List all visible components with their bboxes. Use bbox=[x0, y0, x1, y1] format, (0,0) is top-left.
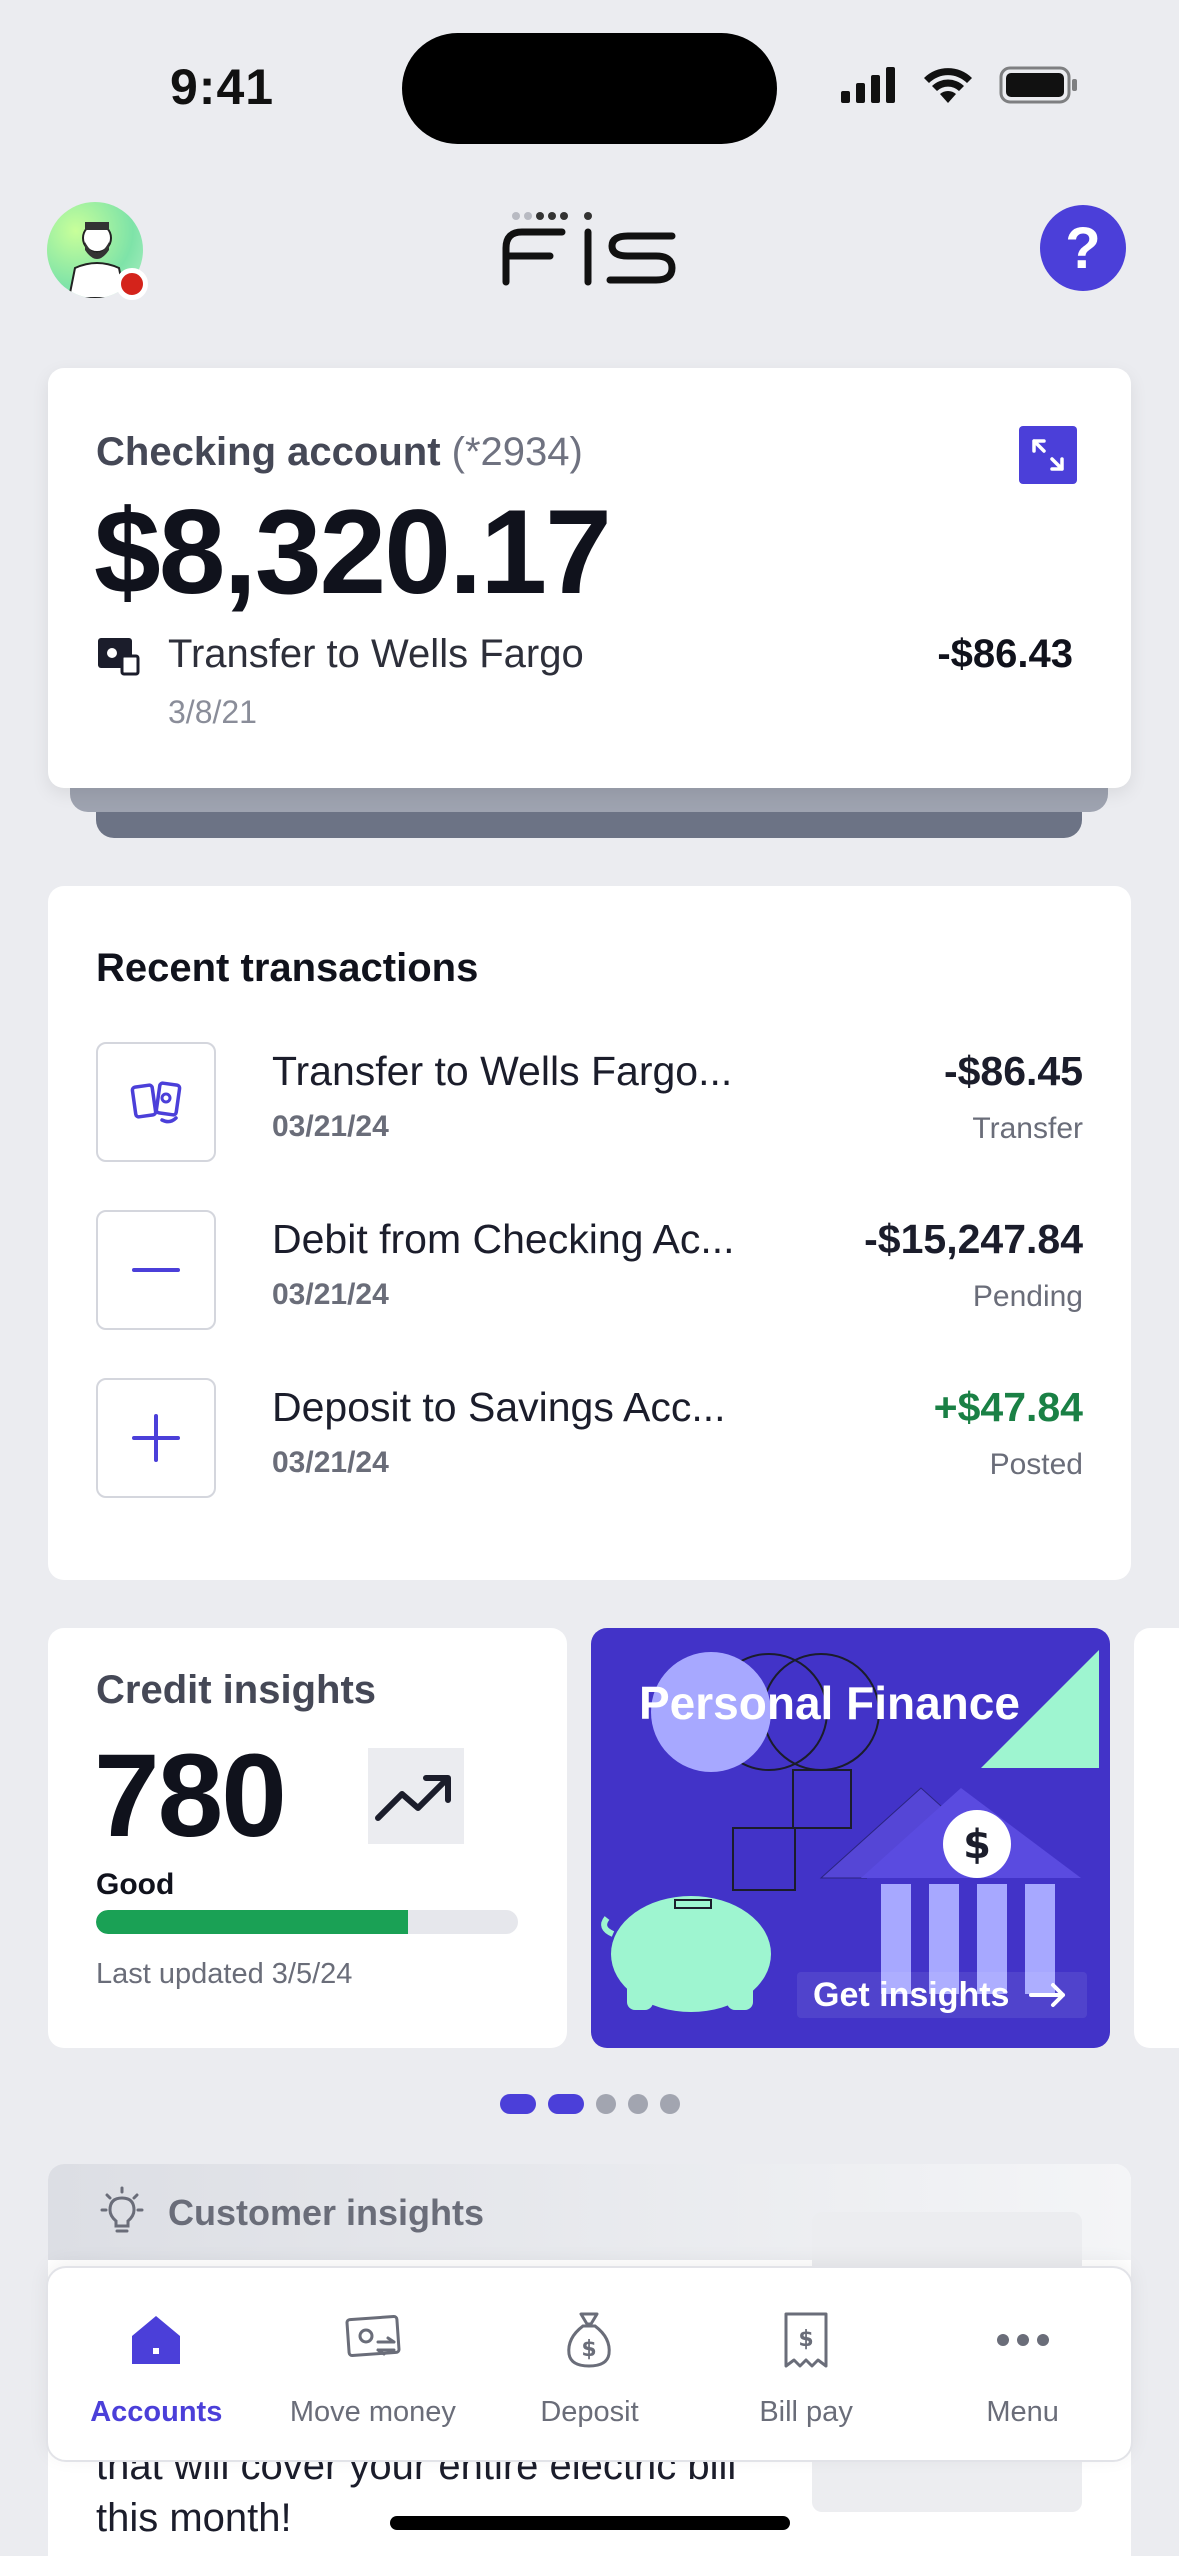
transaction-amount: -$15,247.84 bbox=[864, 1216, 1083, 1262]
recent-transactions-card: Recent transactions Transfer to Wells Fa… bbox=[48, 886, 1131, 1580]
transaction-status: Pending bbox=[972, 1280, 1083, 1313]
credit-rating: Good bbox=[96, 1868, 175, 1901]
expand-icon bbox=[1032, 439, 1064, 471]
nav-label: Accounts bbox=[90, 2396, 223, 2428]
status-icons bbox=[841, 66, 1079, 104]
nav-accounts[interactable]: Accounts bbox=[48, 2268, 265, 2460]
nav-label: Deposit bbox=[540, 2396, 639, 2428]
lightbulb-icon bbox=[100, 2186, 144, 2233]
credit-score: 780 bbox=[94, 1730, 287, 1862]
carousel-dot[interactable] bbox=[596, 2094, 616, 2114]
account-card[interactable]: Checking account (*2934) $8,320.17 Trans… bbox=[48, 368, 1131, 788]
bottom-nav: Accounts Move money $ Deposit $ Bill pay… bbox=[46, 2266, 1133, 2462]
recent-transactions-title: Recent transactions bbox=[96, 946, 479, 990]
nav-bill-pay[interactable]: $ Bill pay bbox=[698, 2268, 915, 2460]
signal-icon bbox=[841, 67, 895, 103]
money-bag-icon: $ bbox=[559, 2310, 619, 2370]
account-title: Checking account (*2934) bbox=[96, 430, 583, 475]
nav-menu[interactable]: Menu bbox=[914, 2268, 1131, 2460]
nav-label: Menu bbox=[986, 2396, 1059, 2428]
nav-label: Bill pay bbox=[759, 2396, 853, 2428]
account-balance: $8,320.17 bbox=[94, 485, 612, 619]
help-icon: ? bbox=[1065, 215, 1101, 281]
svg-text:$: $ bbox=[582, 2337, 597, 2362]
carousel-dot[interactable] bbox=[500, 2094, 536, 2114]
customer-insights-title: Customer insights bbox=[168, 2192, 485, 2233]
personal-finance-card[interactable]: $ Personal Finance Get insights bbox=[591, 1628, 1110, 2048]
transaction-status: Transfer bbox=[972, 1112, 1083, 1145]
carousel-pagination[interactable] bbox=[500, 2094, 680, 2114]
home-indicator bbox=[390, 2516, 790, 2530]
account-number: (*2934) bbox=[451, 430, 583, 474]
notification-dot bbox=[116, 268, 148, 300]
battery-icon bbox=[999, 66, 1077, 104]
account-name: Checking account bbox=[96, 430, 441, 474]
transaction-amount: +$47.84 bbox=[933, 1384, 1083, 1430]
transaction-amount: -$86.45 bbox=[943, 1048, 1083, 1094]
transaction-row[interactable]: Transfer to Wells Fargo... 03/21/24 -$86… bbox=[96, 1042, 1083, 1164]
trending-up-icon bbox=[368, 1748, 464, 1844]
transaction-name: Deposit to Savings Acc... bbox=[272, 1384, 726, 1430]
transaction-row[interactable]: Deposit to Savings Acc... 03/21/24 +$47.… bbox=[96, 1378, 1083, 1500]
home-icon bbox=[126, 2310, 186, 2370]
transaction-row[interactable]: Debit from Checking Ac... 03/21/24 -$15,… bbox=[96, 1210, 1083, 1332]
credit-progress-bar bbox=[96, 1910, 518, 1934]
svg-text:$: $ bbox=[798, 2327, 813, 2352]
carousel-dot[interactable] bbox=[660, 2094, 680, 2114]
status-bar: 9:41 bbox=[0, 0, 1179, 170]
fis-logo bbox=[500, 210, 680, 295]
expand-button[interactable] bbox=[1019, 426, 1077, 484]
transaction-date: 03/21/24 bbox=[272, 1446, 389, 1479]
arrow-right-icon bbox=[1029, 1983, 1066, 2007]
transaction-status: Posted bbox=[989, 1448, 1083, 1481]
wifi-icon bbox=[924, 68, 972, 103]
transfer-receipt-icon bbox=[98, 638, 140, 676]
transaction-name: Transfer to Wells Fargo... bbox=[272, 1048, 733, 1094]
carousel-dot[interactable] bbox=[628, 2094, 648, 2114]
carousel-dot[interactable] bbox=[548, 2094, 584, 2114]
last-transaction-date: 3/8/21 bbox=[168, 694, 257, 730]
last-transaction-amount: -$86.43 bbox=[937, 632, 1073, 676]
credit-insights-card[interactable]: Credit insights 780 Good Last updated 3/… bbox=[48, 1628, 567, 2048]
minus-icon bbox=[96, 1210, 216, 1330]
move-money-icon bbox=[343, 2310, 403, 2370]
nav-label: Move money bbox=[289, 2396, 456, 2428]
status-time: 9:41 bbox=[170, 59, 275, 115]
transaction-date: 03/21/24 bbox=[272, 1278, 389, 1311]
credit-progress-fill bbox=[96, 1910, 409, 1934]
svg-text:$: $ bbox=[963, 1822, 991, 1868]
transaction-name: Debit from Checking Ac... bbox=[272, 1216, 735, 1262]
credit-insights-title: Credit insights bbox=[96, 1668, 377, 1712]
help-button[interactable]: ? bbox=[1040, 205, 1126, 291]
last-transaction-name: Transfer to Wells Fargo bbox=[168, 632, 584, 676]
nav-deposit[interactable]: $ Deposit bbox=[481, 2268, 698, 2460]
plus-icon bbox=[96, 1378, 216, 1498]
nav-move-money[interactable]: Move money bbox=[265, 2268, 482, 2460]
transaction-date: 03/21/24 bbox=[272, 1110, 389, 1143]
dynamic-island bbox=[402, 33, 777, 144]
bill-icon: $ bbox=[776, 2310, 836, 2370]
transfer-icon bbox=[96, 1042, 216, 1162]
personal-finance-title: Personal Finance bbox=[639, 1677, 1020, 1729]
more-icon bbox=[993, 2310, 1053, 2370]
next-carousel-card[interactable] bbox=[1134, 1628, 1179, 2048]
get-insights-button[interactable]: Get insights bbox=[797, 1972, 1087, 2018]
get-insights-label: Get insights bbox=[813, 1975, 1010, 2014]
credit-last-updated: Last updated 3/5/24 bbox=[96, 1958, 353, 1990]
